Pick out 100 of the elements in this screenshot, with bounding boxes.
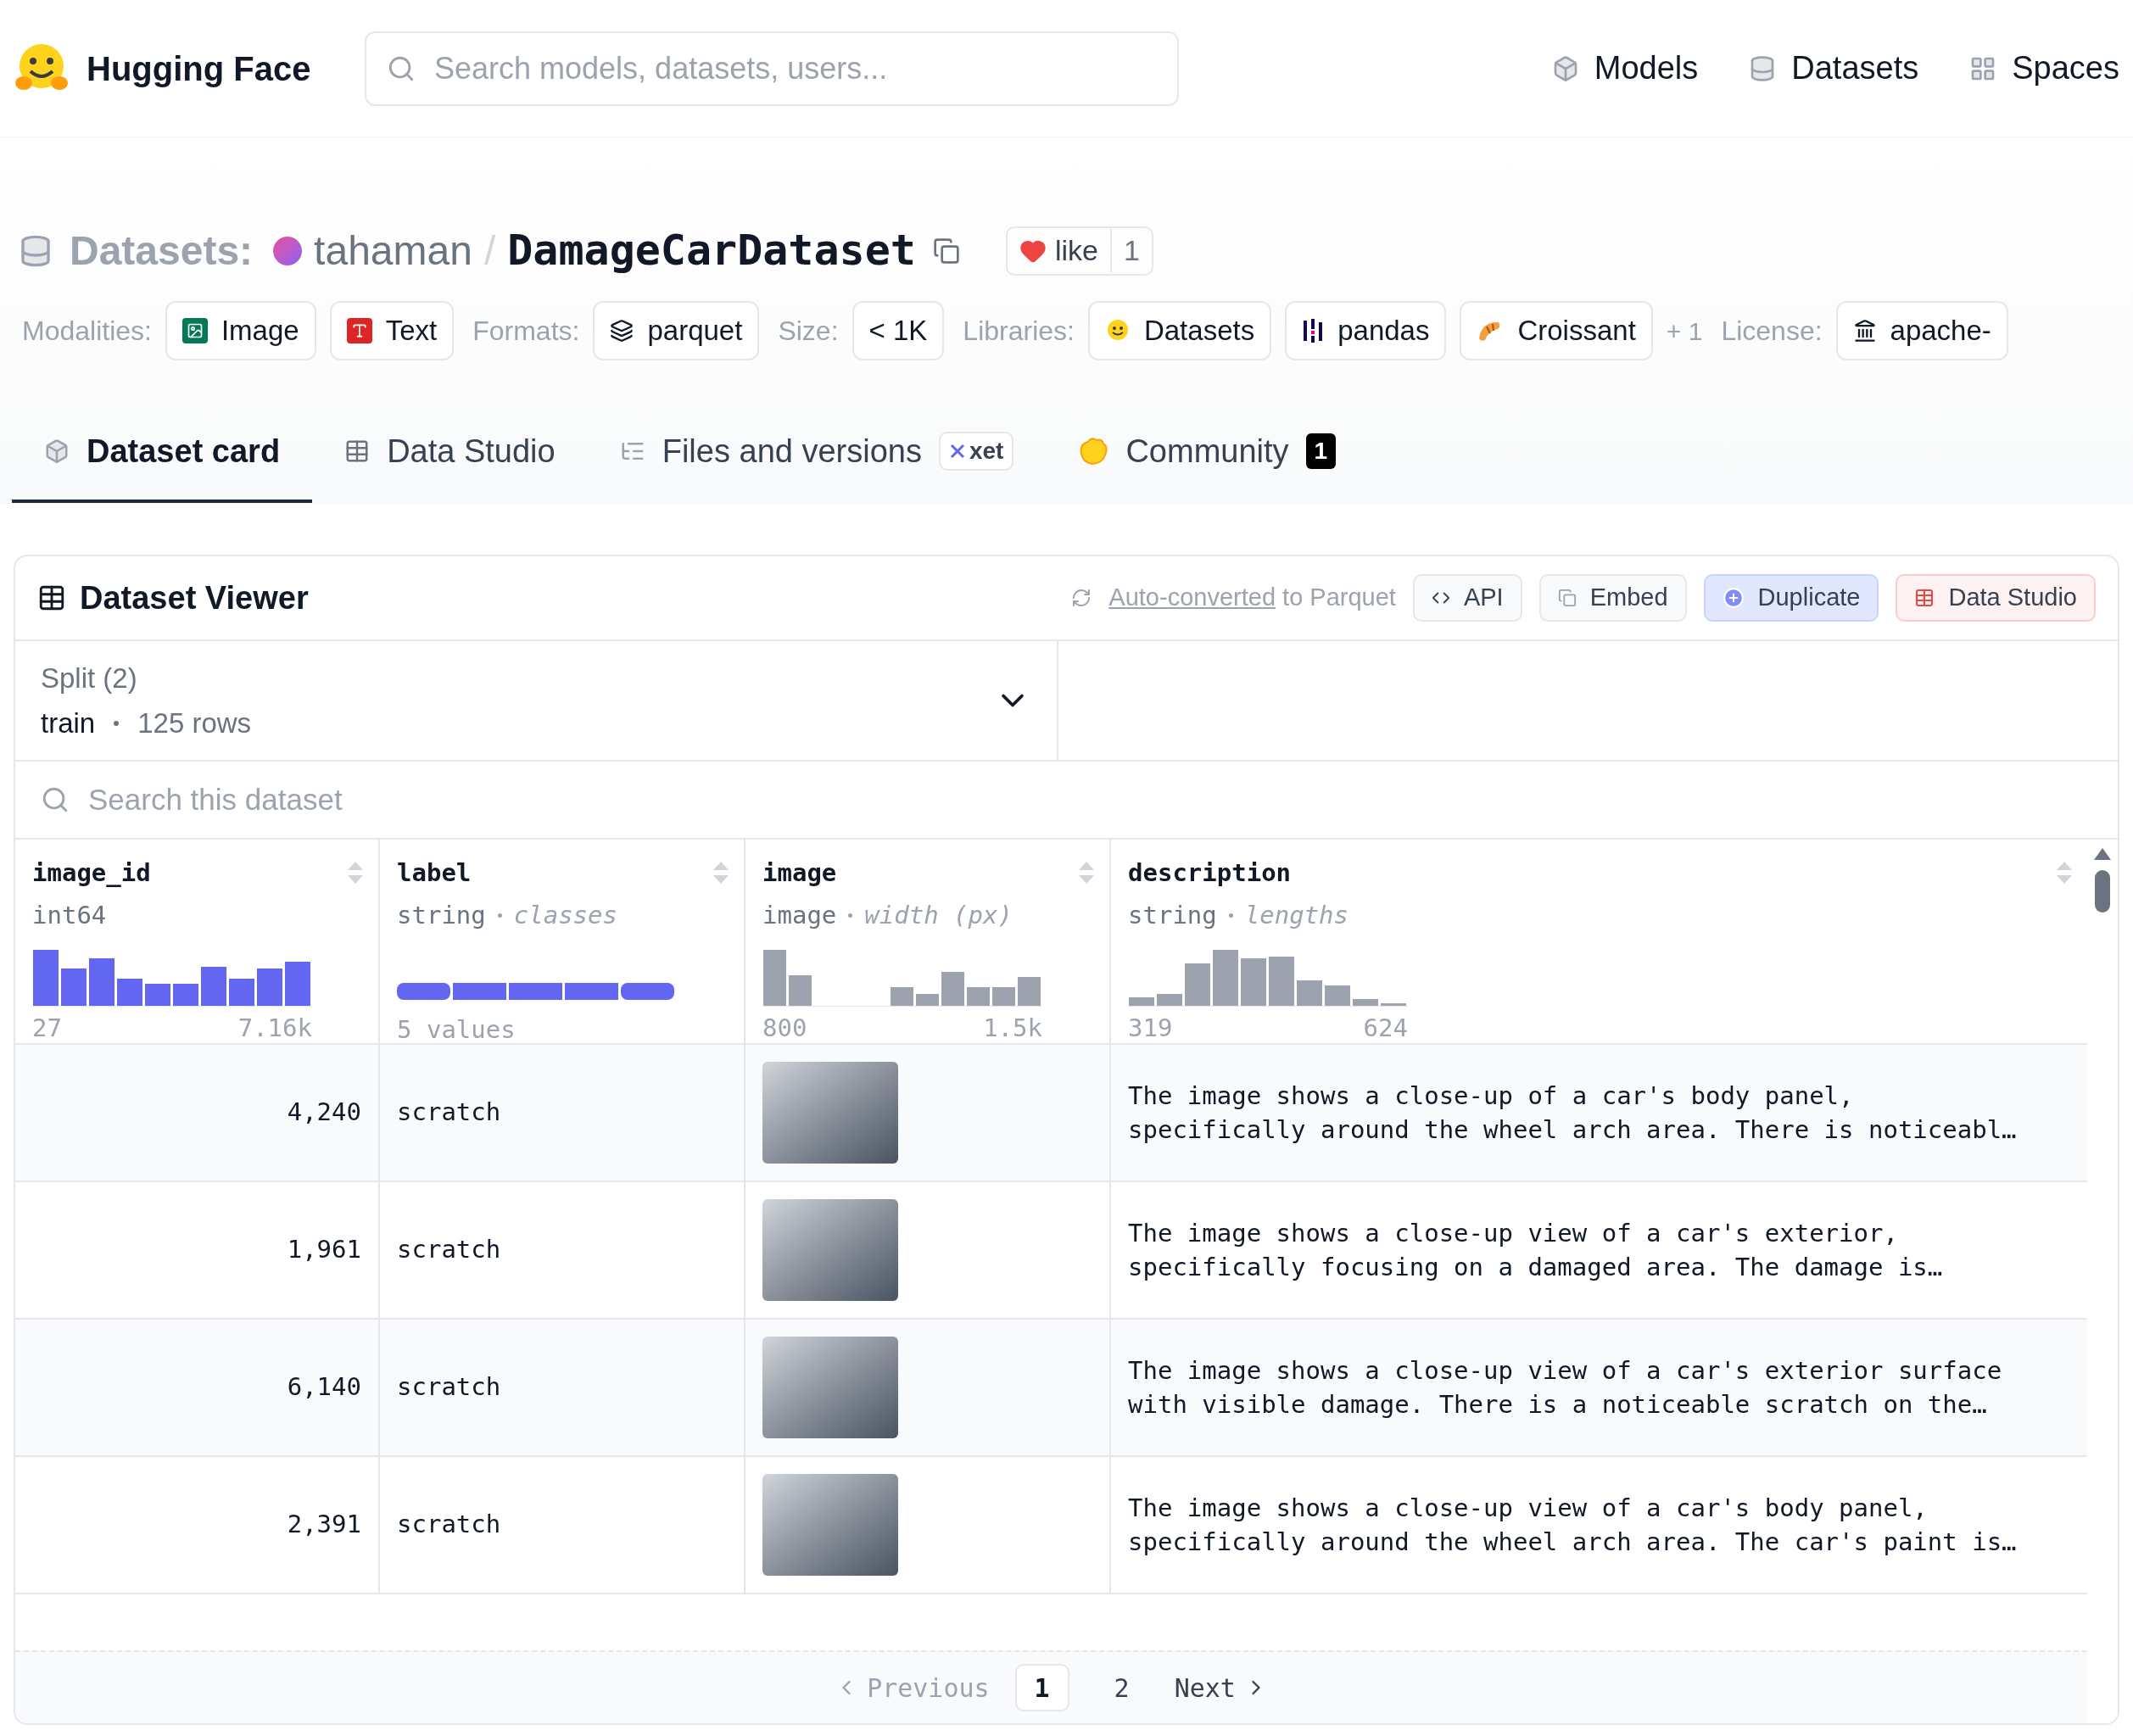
plus-icon bbox=[1722, 587, 1745, 609]
photo-placeholder[interactable] bbox=[762, 1199, 898, 1301]
class-bar bbox=[453, 983, 506, 1000]
histogram-bar bbox=[967, 987, 990, 1006]
nav-link[interactable]: Spaces bbox=[1969, 44, 2119, 92]
tab[interactable]: Community 1 bbox=[1046, 403, 1369, 503]
histogram-bar bbox=[257, 968, 282, 1006]
tag-group-label: Libraries: bbox=[963, 315, 1075, 348]
tab[interactable]: Dataset card bbox=[12, 403, 313, 503]
table-cell-text: 1,961 bbox=[287, 1234, 361, 1266]
histogram-bar bbox=[763, 950, 786, 1006]
split-label: Split (2) bbox=[41, 661, 138, 695]
building-icon bbox=[1852, 319, 1877, 343]
histogram-bar bbox=[941, 972, 964, 1006]
split-selector[interactable]: Split (2) train 125 rows bbox=[15, 641, 1058, 760]
table-cell-text: The image shows a close-up view of a car's body panel, specifically around the wheel arch area. The car's paint is… bbox=[1128, 1493, 2018, 1558]
copy-icon bbox=[1557, 589, 1577, 607]
histogram-bar bbox=[33, 950, 59, 1006]
tag-chip[interactable]: Croissant bbox=[1460, 301, 1653, 360]
tag-chip[interactable]: Image bbox=[165, 301, 316, 360]
like-button[interactable]: like 1 bbox=[1005, 226, 1153, 276]
category-label: Datasets: bbox=[70, 226, 254, 275]
histogram-bar bbox=[1353, 999, 1378, 1006]
histogram-bar bbox=[1129, 997, 1154, 1006]
histogram-bar bbox=[916, 994, 939, 1006]
nav-link[interactable]: Models bbox=[1551, 44, 1699, 92]
column-type: string bbox=[397, 899, 486, 931]
histogram-bar bbox=[173, 984, 198, 1006]
tag-group-label: Formats: bbox=[472, 315, 580, 348]
table-icon bbox=[37, 583, 66, 612]
table-icon bbox=[344, 438, 371, 464]
photo-placeholder[interactable] bbox=[762, 1062, 898, 1164]
histogram-bar bbox=[117, 979, 142, 1006]
owner-link[interactable]: tahaman bbox=[314, 220, 472, 282]
bars-icon bbox=[1302, 317, 1325, 344]
column-stat: width (px) bbox=[864, 899, 1013, 931]
tag-chip[interactable]: parquet bbox=[593, 301, 760, 360]
viewer-button[interactable]: Embed bbox=[1538, 574, 1687, 622]
column-type: image bbox=[762, 899, 837, 931]
viewer-button[interactable]: Data Studio bbox=[1896, 574, 2096, 622]
dataset-search-field[interactable]: Search this dataset bbox=[88, 762, 2118, 838]
histogram-bar bbox=[891, 987, 913, 1006]
table-cell-text: scratch bbox=[397, 1097, 501, 1129]
table-cell-text: 4,240 bbox=[287, 1097, 361, 1129]
table-cell-text: scratch bbox=[397, 1234, 501, 1266]
histogram-bar bbox=[145, 984, 170, 1006]
tag-chip[interactable]: < 1K bbox=[852, 301, 945, 360]
class-bar bbox=[565, 983, 618, 1000]
cross-icon bbox=[948, 443, 966, 460]
page-link[interactable]: 2 bbox=[1094, 1664, 1149, 1711]
tab[interactable]: Files and versions xet bbox=[587, 403, 1047, 503]
search-icon bbox=[41, 785, 70, 814]
class-bar bbox=[621, 983, 674, 1000]
table-cell-text: scratch bbox=[397, 1371, 501, 1404]
photo-placeholder[interactable] bbox=[762, 1474, 898, 1576]
next-page-link[interactable]: Next bbox=[1174, 1668, 1268, 1707]
histogram-bar bbox=[789, 975, 812, 1006]
table-cell-text: 2,391 bbox=[287, 1509, 361, 1541]
viewer-title: Dataset Viewer bbox=[80, 578, 309, 617]
histogram-bar bbox=[1185, 963, 1210, 1006]
tag-chip[interactable]: Datasets bbox=[1087, 301, 1272, 360]
row-count: 125 rows bbox=[137, 706, 252, 740]
photo-placeholder[interactable] bbox=[762, 1337, 898, 1438]
table-cell-text: scratch bbox=[397, 1509, 501, 1541]
histogram-bar bbox=[1381, 1003, 1406, 1006]
page-link[interactable]: 1 bbox=[1014, 1664, 1069, 1711]
path-separator: / bbox=[483, 226, 496, 275]
table-icon bbox=[1914, 588, 1935, 608]
tab[interactable]: Data Studio bbox=[312, 403, 588, 503]
dataset-name[interactable]: DamageCarDataset bbox=[507, 219, 916, 282]
histogram-bar bbox=[285, 962, 310, 1006]
viewer-button[interactable]: Duplicate bbox=[1703, 574, 1879, 622]
viewer-button[interactable]: API bbox=[1412, 574, 1522, 622]
tag-chip[interactable]: pandas bbox=[1285, 301, 1447, 360]
copy-icon[interactable] bbox=[932, 237, 960, 265]
table-cell-text: The image shows a close-up view of a car's exterior surface with visible damage. There is a noticeable scratch on the… bbox=[1128, 1355, 2003, 1421]
histogram-bar bbox=[1269, 957, 1294, 1006]
image-icon bbox=[181, 318, 208, 343]
scroll-thumb[interactable] bbox=[2095, 870, 2110, 913]
histogram-bar bbox=[992, 987, 1015, 1006]
column-header[interactable]: description string lengths 319 624 bbox=[1111, 840, 2087, 1049]
class-bar bbox=[509, 983, 562, 1000]
cube-icon bbox=[44, 438, 70, 464]
column-stat: lengths bbox=[1244, 899, 1348, 931]
tag-group-label: Modalities: bbox=[22, 315, 152, 348]
brand-name[interactable]: Hugging Face bbox=[87, 42, 311, 94]
histogram-bar bbox=[1325, 985, 1350, 1006]
nav-link[interactable]: Datasets bbox=[1749, 44, 1919, 92]
tag-chip[interactable]: Text bbox=[329, 301, 455, 360]
text-icon bbox=[346, 318, 372, 343]
histogram-bar bbox=[89, 958, 114, 1006]
column-type: string bbox=[1128, 899, 1217, 931]
table-cell-text: The image shows a close-up view of a car's exterior, specifically focusing on a damaged area. The damage is… bbox=[1128, 1218, 1944, 1283]
tag-group-label: License: bbox=[1721, 315, 1823, 348]
count-badge: 1 bbox=[1305, 433, 1337, 469]
search-field[interactable]: Search models, datasets, users... bbox=[365, 31, 1179, 106]
scroll-up-icon[interactable] bbox=[2094, 848, 2111, 860]
tag-chip[interactable]: apache- bbox=[1835, 301, 2008, 360]
histogram-bar bbox=[1297, 980, 1322, 1006]
converted-note: Auto-converted to Parquet bbox=[1108, 583, 1396, 613]
